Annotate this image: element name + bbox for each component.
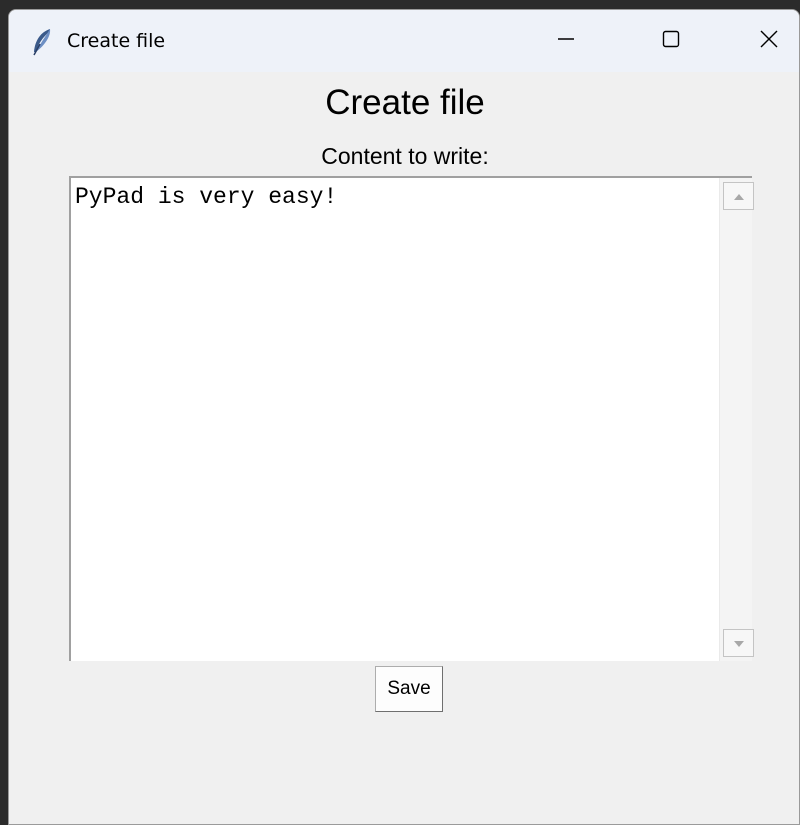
minimize-button[interactable] [521, 10, 611, 72]
content-text-area: PyPad is very easy! [69, 176, 754, 661]
window-title: Create file [67, 30, 166, 52]
app-window: Create file Create file Content to write… [8, 9, 800, 825]
scroll-down-button[interactable] [723, 629, 754, 657]
feather-icon [31, 28, 53, 56]
page-title: Create file [325, 83, 485, 122]
maximize-icon [661, 29, 681, 54]
content-label: Content to write: [321, 143, 489, 169]
content-textbox[interactable]: PyPad is very easy! [71, 178, 717, 661]
title-bar[interactable]: Create file [9, 10, 799, 72]
scroll-up-arrow-icon [733, 187, 744, 205]
save-button[interactable]: Save [375, 666, 443, 712]
scroll-down-arrow-icon [733, 634, 744, 652]
vertical-scrollbar[interactable] [719, 178, 754, 661]
scroll-up-button[interactable] [723, 182, 754, 210]
close-icon [759, 29, 779, 54]
close-button[interactable] [724, 10, 799, 72]
minimize-icon [556, 29, 576, 54]
maximize-button[interactable] [626, 10, 716, 72]
